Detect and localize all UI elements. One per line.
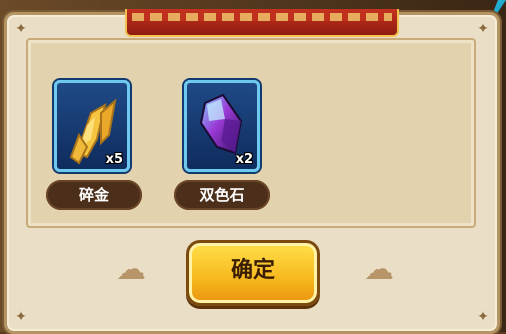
title-decoration bbox=[132, 13, 392, 21]
item-name-label: 双色石 bbox=[174, 180, 270, 210]
corner-ornament-icon: ✦ bbox=[477, 21, 489, 37]
confirm-button[interactable]: 确定 bbox=[186, 240, 320, 306]
item-frame: x2 bbox=[184, 80, 260, 172]
cloud-ornament-icon: ☁ bbox=[364, 252, 394, 287]
corner-ornament-icon: ✦ bbox=[477, 309, 489, 325]
item-count: x5 bbox=[105, 152, 123, 167]
corner-ornament-icon: ✦ bbox=[15, 309, 27, 325]
cloud-ornament-icon: ☁ bbox=[116, 252, 146, 287]
item-count: x2 bbox=[235, 152, 253, 167]
corner-ornament-icon: ✦ bbox=[15, 21, 27, 37]
reward-item-gold-shard[interactable]: x5 bbox=[54, 80, 130, 172]
item-name-label: 碎金 bbox=[46, 180, 142, 210]
title-banner bbox=[125, 9, 399, 37]
reward-item-dual-stone[interactable]: x2 bbox=[184, 80, 260, 172]
item-frame: x5 bbox=[54, 80, 130, 172]
